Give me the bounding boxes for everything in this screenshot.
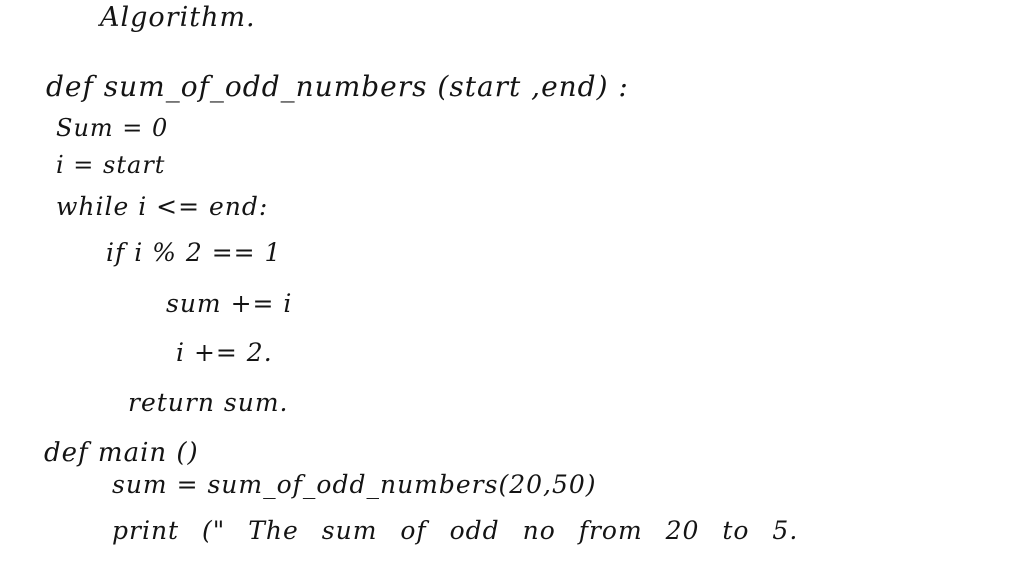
function-def-line: def sum_of_odd_numbers (start ,end) : <box>46 70 629 103</box>
i-init-line: i = start <box>56 151 166 179</box>
main-def-line: def main () <box>44 438 199 468</box>
algorithm-heading: Algorithm. <box>100 2 256 33</box>
return-line: return sum. <box>128 388 289 417</box>
main-call-line: sum = sum_of_odd_numbers(20,50) <box>112 470 597 499</box>
handwritten-page: Algorithm. def sum_of_odd_numbers (start… <box>0 0 1024 576</box>
while-line: while i <= end: <box>56 192 269 221</box>
if-line: if i % 2 == 1 <box>106 238 282 267</box>
sum-increment-line: sum += i <box>166 289 293 318</box>
sum-init-line: Sum = 0 <box>56 114 169 142</box>
print-line: print (" The sum of odd no from 20 to 5. <box>112 516 799 545</box>
i-increment-line: i += 2. <box>176 338 273 367</box>
